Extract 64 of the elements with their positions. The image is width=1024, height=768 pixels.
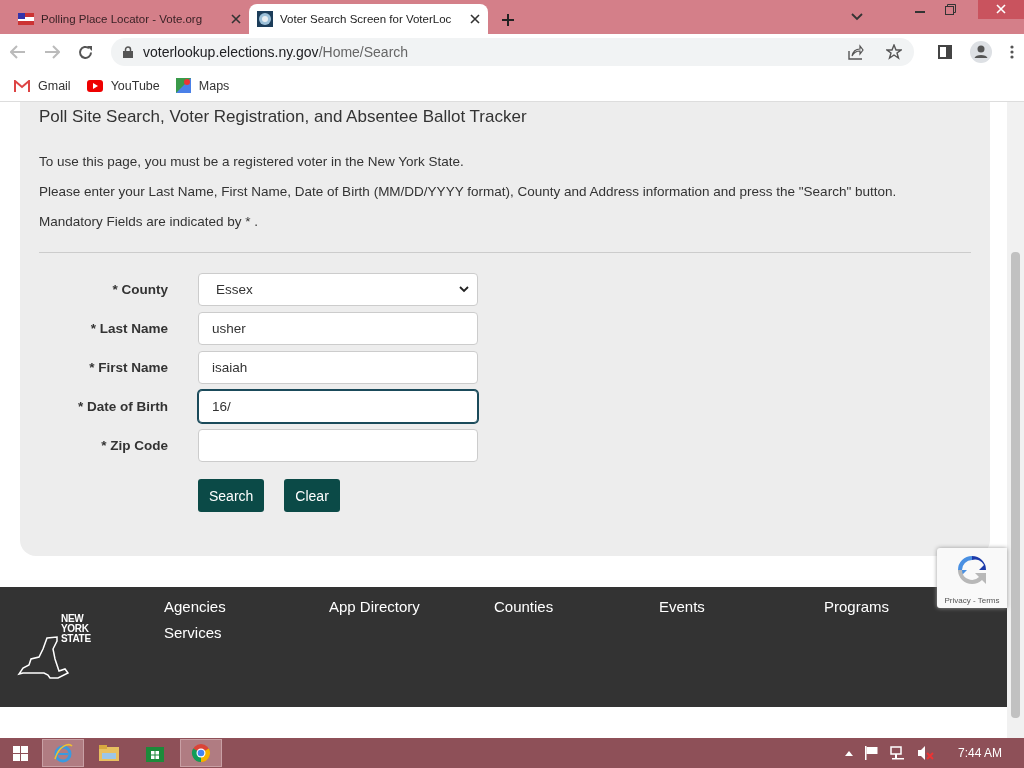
lock-icon: [123, 46, 133, 58]
tab-title: Voter Search Screen for VoterLoc: [280, 13, 453, 25]
county-select[interactable]: Essex: [198, 273, 478, 306]
footer-link[interactable]: Agencies: [164, 598, 226, 615]
browser-tab[interactable]: Polling Place Locator - Vote.org: [10, 4, 249, 34]
footer-link[interactable]: Counties: [494, 598, 554, 615]
instruction-text: Mandatory Fields are indicated by * .: [39, 214, 260, 230]
refresh-arrows-icon: [955, 553, 989, 587]
reload-icon[interactable]: [78, 44, 93, 60]
input-field[interactable]: [198, 429, 478, 462]
caret-up-icon[interactable]: [844, 750, 853, 756]
url-text: voterlookup.elections.ny.gov/Home/Search: [143, 44, 409, 60]
profile-icon[interactable]: [970, 41, 992, 63]
input-field[interactable]: isaiah: [198, 351, 478, 384]
footer-link[interactable]: Events: [659, 598, 705, 615]
page-title: Poll Site Search, Voter Registration, and Absentee Ballot Tracker: [39, 107, 528, 127]
flag-icon: [18, 13, 34, 25]
mail-icon: [14, 79, 30, 92]
chrome-icon: [191, 743, 211, 763]
form-button[interactable]: Clear: [284, 479, 340, 512]
field-label: * County: [111, 282, 168, 297]
flag-icon[interactable]: [864, 746, 878, 760]
input-field[interactable]: 16/: [198, 390, 478, 423]
speaker-muted-icon[interactable]: [917, 746, 934, 760]
star-icon[interactable]: [886, 44, 902, 60]
windows-start-icon[interactable]: [13, 745, 28, 761]
chevron-down-icon: [459, 286, 469, 293]
browser-tab[interactable]: Voter Search Screen for VoterLoc: [249, 4, 488, 34]
bookmark[interactable]: YouTube: [86, 78, 160, 93]
address-bar[interactable]: voterlookup.elections.ny.gov/Home/Search: [111, 38, 914, 66]
field-label: * Last Name: [89, 321, 168, 336]
share-icon[interactable]: [848, 44, 864, 60]
close-icon[interactable]: [470, 14, 480, 24]
bookmark[interactable]: Gmail: [14, 78, 71, 93]
field-label: * Zip Code: [100, 438, 168, 453]
play-icon: [86, 79, 103, 92]
bookmark[interactable]: Maps: [175, 78, 230, 93]
seal-icon: [257, 11, 273, 27]
scrollbar[interactable]: [1007, 102, 1024, 738]
tab-title: Polling Place Locator - Vote.org: [41, 13, 204, 25]
footer-link[interactable]: Programs: [824, 598, 890, 615]
network-icon[interactable]: [889, 746, 906, 760]
privacy-terms-text[interactable]: Privacy - Terms: [944, 596, 1000, 605]
map-icon: [175, 78, 191, 93]
field-label: * First Name: [88, 360, 168, 375]
instruction-text: Please enter your Last Name, First Name, Date of Birth (MM/DD/YYYY format), County and Address information and press the "Search" button.: [39, 184, 898, 200]
instruction-text: To use this page, you must be a registered voter in the New York State.: [39, 154, 465, 170]
field-label: * Date of Birth: [77, 399, 168, 414]
state-logo[interactable]: NEW YORK STATE: [17, 612, 97, 707]
footer-link[interactable]: App Directory: [329, 598, 420, 615]
recaptcha-badge[interactable]: Privacy - Terms: [937, 548, 1007, 608]
menu-icon[interactable]: [1010, 45, 1014, 59]
folder-icon: [99, 745, 119, 761]
taskbar-app[interactable]: [180, 739, 222, 767]
store-icon: [146, 744, 164, 762]
side-panel-icon[interactable]: [938, 45, 952, 59]
browser-e-icon: [53, 743, 73, 763]
input-field[interactable]: usher: [198, 312, 478, 345]
footer-link[interactable]: Services: [164, 624, 222, 641]
new-tab-icon[interactable]: [502, 14, 514, 26]
chevron-down-icon[interactable]: [851, 13, 863, 21]
clock-time[interactable]: 7:44 AM: [957, 746, 1002, 760]
restore-icon[interactable]: [945, 4, 956, 15]
form-button[interactable]: Search: [198, 479, 265, 512]
